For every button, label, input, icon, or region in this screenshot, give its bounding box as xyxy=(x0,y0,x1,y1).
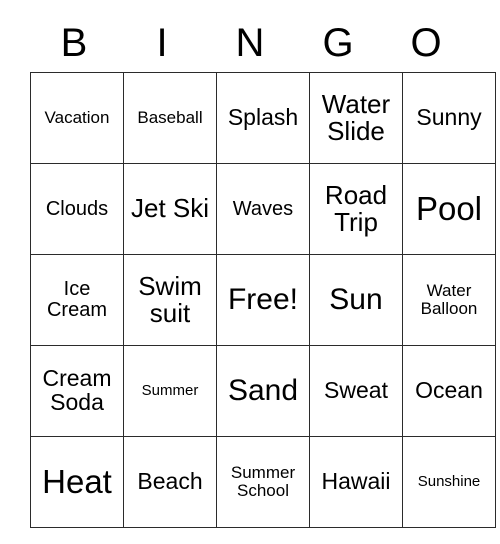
bingo-cell-label: Sun xyxy=(329,283,383,317)
bingo-card: B I N G O Vacation Baseball Splash Water… xyxy=(30,14,496,528)
bingo-cell-label: Heat xyxy=(42,462,112,500)
bingo-header-letter-i: I xyxy=(156,21,168,65)
bingo-cell-label: Waves xyxy=(232,197,294,220)
bingo-cell[interactable]: Sweat xyxy=(309,345,403,437)
bingo-cell-label: Clouds xyxy=(45,197,109,220)
bingo-cell-label: Sunny xyxy=(416,104,482,131)
bingo-cell[interactable]: Clouds xyxy=(30,163,124,255)
bingo-cell-label: Summer School xyxy=(230,463,296,500)
bingo-cell[interactable]: Splash xyxy=(216,72,310,164)
bingo-cell-label: Water Balloon xyxy=(420,281,478,318)
bingo-cell[interactable]: Cream Soda xyxy=(30,345,124,437)
bingo-cell-label: Swim suit xyxy=(138,270,202,328)
bingo-cell[interactable]: Sunny xyxy=(402,72,496,164)
bingo-header-letter-g: G xyxy=(322,21,354,65)
bingo-cell[interactable]: Ocean xyxy=(402,345,496,437)
bingo-grid-body: Vacation Baseball Splash Water Slide Sun… xyxy=(30,72,496,528)
bingo-cell-label: Beach xyxy=(137,468,203,495)
bingo-cell[interactable]: Swim suit xyxy=(123,254,217,346)
bingo-cell-label: Hawaii xyxy=(321,468,391,495)
bingo-row: Clouds Jet Ski Waves Road Trip Pool xyxy=(30,163,496,255)
bingo-row: Heat Beach Summer School Hawaii Sunshine xyxy=(30,436,496,528)
bingo-row: Vacation Baseball Splash Water Slide Sun… xyxy=(30,72,496,164)
bingo-cell[interactable]: Ice Cream xyxy=(30,254,124,346)
bingo-cell-label: Summer xyxy=(141,382,199,400)
bingo-cell-label: Sweat xyxy=(324,377,388,404)
bingo-row: Cream Soda Summer Sand Sweat Ocean xyxy=(30,345,496,437)
bingo-cell-label: Ocean xyxy=(415,377,483,404)
bingo-grid: Vacation Baseball Splash Water Slide Sun… xyxy=(30,72,496,528)
bingo-header-letter-b: B xyxy=(60,21,88,65)
bingo-cell[interactable]: Road Trip xyxy=(309,163,403,255)
bingo-cell-label: Splash xyxy=(227,104,299,131)
bingo-cell[interactable]: Vacation xyxy=(30,72,124,164)
bingo-cell[interactable]: Sand xyxy=(216,345,310,437)
bingo-cell[interactable]: Waves xyxy=(216,163,310,255)
bingo-cell-label: Sunshine xyxy=(417,473,481,491)
bingo-cell-label: Free! xyxy=(227,283,299,317)
bingo-cell[interactable]: Jet Ski xyxy=(123,163,217,255)
bingo-cell[interactable]: Sun xyxy=(309,254,403,346)
bingo-cell[interactable]: Hawaii xyxy=(309,436,403,528)
bingo-cell[interactable]: Heat xyxy=(30,436,124,528)
bingo-header-row: B I N G O xyxy=(30,14,470,72)
bingo-cell[interactable]: Baseball xyxy=(123,72,217,164)
bingo-cell-free[interactable]: Free! xyxy=(216,254,310,346)
bingo-cell-label: Vacation xyxy=(44,108,110,128)
bingo-cell[interactable]: Summer School xyxy=(216,436,310,528)
bingo-cell-label: Sand xyxy=(227,374,299,408)
bingo-cell-label: Cream Soda xyxy=(42,365,112,415)
bingo-cell[interactable]: Summer xyxy=(123,345,217,437)
bingo-cell-label: Ice Cream xyxy=(46,278,107,321)
bingo-cell-label: Road Trip xyxy=(324,179,388,237)
bingo-cell-label: Water Slide xyxy=(321,88,391,146)
bingo-header-letter-n: N xyxy=(235,21,265,65)
bingo-cell-label: Jet Ski xyxy=(130,193,210,224)
bingo-cell-label: Baseball xyxy=(137,108,203,128)
bingo-header-letter-o: O xyxy=(410,21,442,65)
bingo-cell[interactable]: Water Balloon xyxy=(402,254,496,346)
bingo-cell-label: Pool xyxy=(415,189,483,227)
bingo-row: Ice Cream Swim suit Free! Sun Water Ball… xyxy=(30,254,496,346)
bingo-cell[interactable]: Beach xyxy=(123,436,217,528)
bingo-cell[interactable]: Sunshine xyxy=(402,436,496,528)
bingo-cell[interactable]: Pool xyxy=(402,163,496,255)
bingo-cell[interactable]: Water Slide xyxy=(309,72,403,164)
